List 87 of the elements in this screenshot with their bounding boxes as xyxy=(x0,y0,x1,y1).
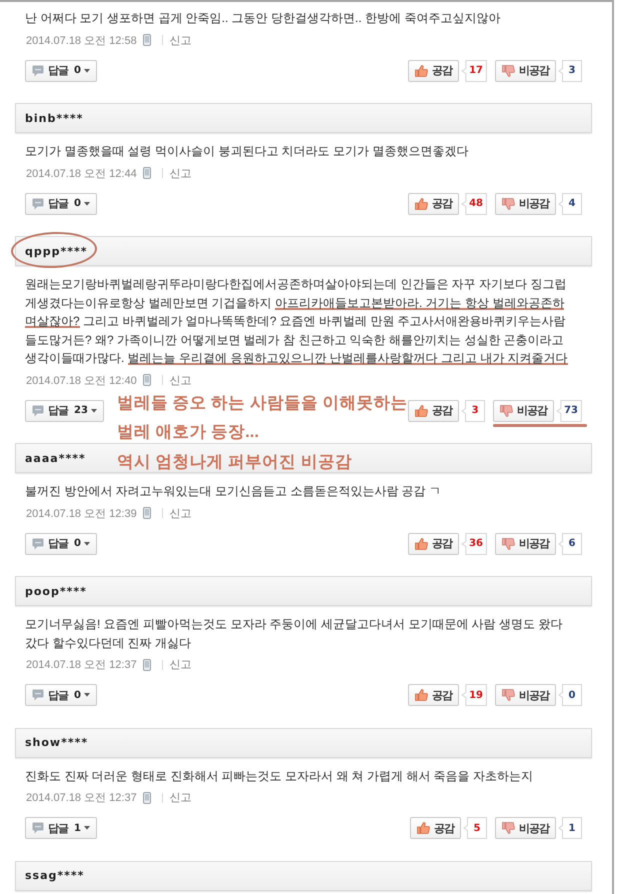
report-link[interactable]: 신고 xyxy=(170,372,192,388)
report-link[interactable]: 신고 xyxy=(170,32,192,48)
like-button[interactable]: 공감 xyxy=(408,60,460,82)
username: qppp**** xyxy=(25,244,88,258)
report-link[interactable]: 신고 xyxy=(170,506,192,520)
thumbs-up-icon xyxy=(415,64,428,76)
thumbs-down-icon xyxy=(502,822,515,834)
username: aaaa**** xyxy=(25,452,86,464)
thumbs-down-icon xyxy=(502,64,515,76)
comment-date: 2014.07.18 오전 12:39 xyxy=(26,506,137,520)
dislike-count: 1 xyxy=(558,817,582,839)
reply-button[interactable]: 답글 0 xyxy=(25,684,97,706)
like-button[interactable]: 공감 xyxy=(408,192,460,214)
annotation-text: 역시 엄청나게 퍼부어진 비공감 xyxy=(117,452,352,473)
caret-icon xyxy=(84,202,90,206)
comment-text: 모기너무싫음! 요즘엔 피빨아먹는것도 모자라 주둥이에 세균달고다녀서 모기때문에 사람 생명도 왔다갔다 할수있다던데 진짜 개싫다 xyxy=(24,616,564,652)
thumbs-up-icon xyxy=(415,198,428,210)
like-count: 48 xyxy=(461,192,487,214)
thumbs-up-icon xyxy=(415,404,428,416)
comment-text: 모기가 멸종했을때 설령 먹이사슬이 붕괴된다고 치더라도 모기가 멸종했으면좋겠다 xyxy=(24,143,470,160)
mobile-phone-icon xyxy=(142,792,151,804)
reply-button[interactable]: 답글 0 xyxy=(25,60,97,82)
thumbs-down-icon xyxy=(502,198,515,210)
mobile-phone-icon xyxy=(142,167,151,179)
mobile-phone-icon xyxy=(142,507,151,519)
speech-bubble-icon xyxy=(32,64,44,76)
like-count: 5 xyxy=(463,817,487,839)
like-button[interactable]: 공감 xyxy=(410,817,461,839)
dislike-count: 73 xyxy=(556,400,582,422)
report-link[interactable]: 신고 xyxy=(170,790,192,805)
comment-date: 2014.07.18 오전 12:37 xyxy=(26,658,137,672)
speech-bubble-icon xyxy=(32,822,44,834)
dislike-button[interactable]: 비공감 xyxy=(495,532,556,554)
reply-button[interactable]: 답글 0 xyxy=(25,192,97,214)
username: ssag**** xyxy=(25,869,84,882)
comment-date: 2014.07.18 오전 12:58 xyxy=(26,34,137,48)
dislike-button[interactable]: 비공감 xyxy=(495,60,556,82)
mobile-phone-icon xyxy=(142,34,151,46)
thumbs-down-icon xyxy=(502,538,515,550)
annotation-text: 벌레 애호가 등장... xyxy=(117,422,259,444)
dislike-button[interactable]: 비공감 xyxy=(495,192,556,214)
reply-button[interactable]: 답글 1 xyxy=(25,817,97,839)
report-link[interactable]: 신고 xyxy=(170,657,192,672)
dislike-button[interactable]: 비공감 xyxy=(495,684,556,706)
caret-icon xyxy=(84,68,90,72)
dislike-count: 6 xyxy=(558,532,582,554)
comment-date: 2014.07.18 오전 12:44 xyxy=(26,166,137,180)
like-button[interactable]: 공감 xyxy=(408,684,460,706)
speech-bubble-icon xyxy=(32,538,44,550)
like-count: 36 xyxy=(461,532,487,554)
username: binb**** xyxy=(25,112,84,124)
mobile-phone-icon xyxy=(142,374,151,386)
thumbs-up-icon xyxy=(415,538,428,550)
like-count: 19 xyxy=(461,684,487,706)
username: poop**** xyxy=(25,584,87,598)
dislike-button[interactable]: 비공감 xyxy=(495,817,556,839)
dislike-count: 0 xyxy=(558,684,582,706)
thumbs-up-icon xyxy=(415,689,428,701)
like-count: 17 xyxy=(461,60,487,82)
speech-bubble-icon xyxy=(32,404,44,416)
like-count: 3 xyxy=(461,400,486,422)
caret-icon xyxy=(84,693,90,697)
thumbs-down-icon xyxy=(502,689,515,701)
reply-button[interactable]: 답글 0 xyxy=(25,532,97,554)
annotation-text: 벌레들 증오 하는 사람들을 이해못하는 xyxy=(117,392,408,414)
dislike-count: 3 xyxy=(558,60,582,82)
comment-text: 진화도 진짜 더러운 형태로 진화해서 피빠는것도 모자라서 왜 쳐 가렵게 해서 죽음을 자초하는지 xyxy=(24,768,534,784)
speech-bubble-icon xyxy=(32,198,44,210)
like-button[interactable]: 공감 xyxy=(408,532,460,554)
comment-date: 2014.07.18 오전 12:40 xyxy=(26,374,137,388)
caret-icon xyxy=(84,826,90,830)
caret-icon xyxy=(90,408,97,412)
reply-button[interactable]: 답글 23 xyxy=(25,400,104,422)
like-button[interactable]: 공감 xyxy=(408,400,460,422)
username: show**** xyxy=(25,736,88,749)
dislike-button[interactable]: 비공감 xyxy=(493,400,554,422)
comment-text: 원래는모기랑바퀴벌레랑귀뚜라미랑다한집에서공존하며살아야되는데 인간들은 자꾸 자기보다 징그럽게생겼다는이유로항상 벌레만보면 기겁을하지 아프리카애들보고본받아라. 거기는 항상 벌레와공존하며살잖아? 그리고 바퀴벌레가 얼마나똑똑한데? 요즘엔 바퀴벌레 만원 주고사서애완용바퀴키우는사람들도많거든? 왜? 가족이니깐 어떻게보면 벌레가 참 친근하고 익숙한 해를안끼치는 성실한 곤충이라고 생각이들때가많다. 벌레는늘 우리곁에 응원하고있으니깐 난벌레를사랑할꺼다 그리고 내가 지켜줄거다 xyxy=(24,276,569,367)
comment-text: 난 어쩌다 모기 생포하면 곱게 안죽임.. 그동안 당한걸생각하면.. 한방에 죽여주고싶지않아 xyxy=(24,10,502,27)
dislike-count: 4 xyxy=(558,192,582,214)
caret-icon xyxy=(84,542,90,546)
speech-bubble-icon xyxy=(32,689,44,701)
comment-date: 2014.07.18 오전 12:37 xyxy=(26,791,137,805)
comment-text: 불꺼진 방안에서 자려고누워있는대 모기신음듣고 소름돋은적있는사람 공감 ㄱ xyxy=(24,483,442,500)
mobile-phone-icon xyxy=(142,658,151,670)
report-link[interactable]: 신고 xyxy=(170,166,192,180)
thumbs-up-icon xyxy=(417,822,430,834)
thumbs-down-icon xyxy=(500,404,514,416)
